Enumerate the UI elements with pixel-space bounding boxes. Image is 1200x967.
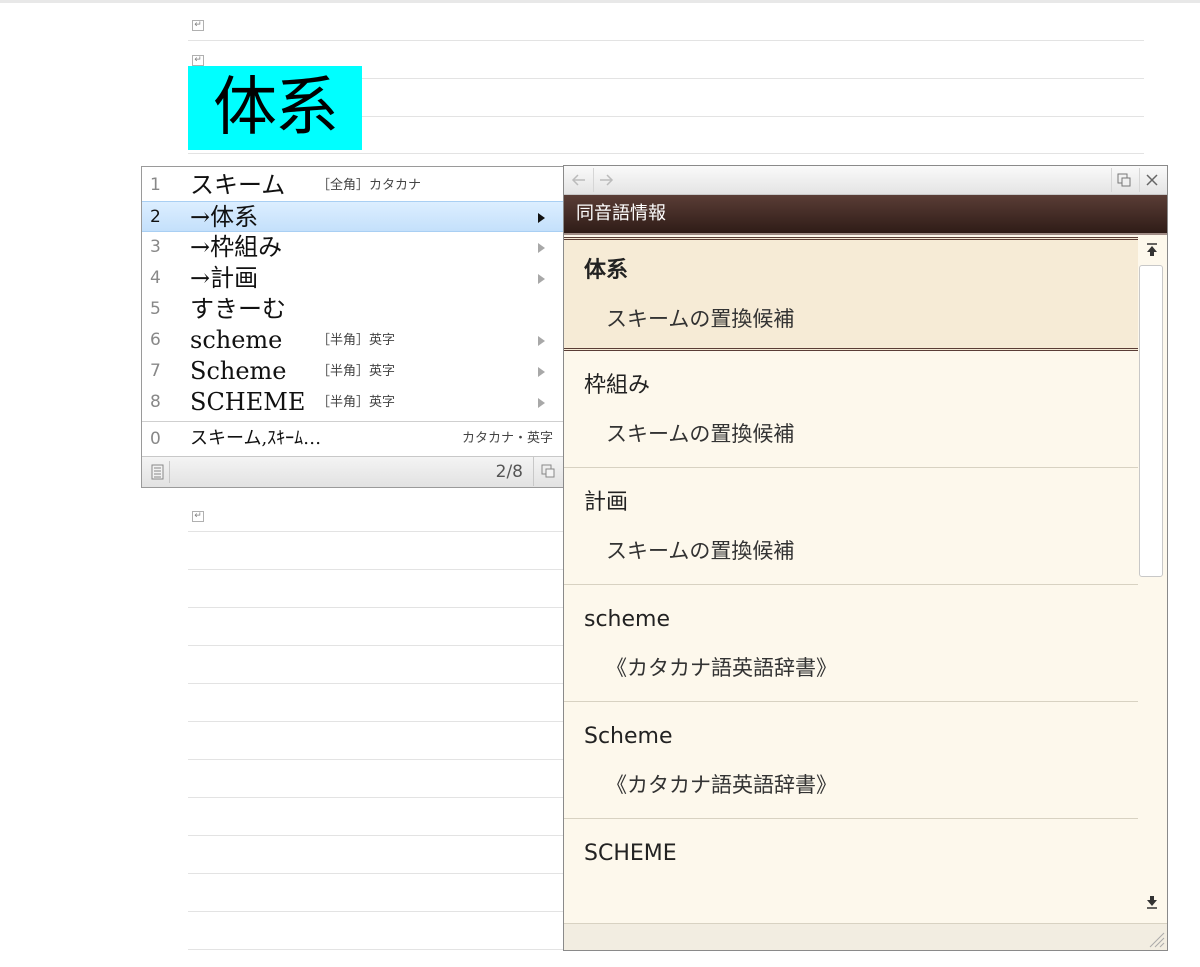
submenu-arrow-icon — [538, 367, 545, 377]
dictionary-icon[interactable] — [146, 461, 170, 483]
candidate-page-indicator: 2/8 — [495, 462, 523, 482]
expand-window-icon[interactable] — [533, 457, 563, 486]
candidate-text: Scheme — [190, 357, 287, 385]
info-status-bar — [564, 923, 1167, 950]
info-title-bar: 同音語情報 — [564, 195, 1167, 235]
candidate-number: 6 — [150, 330, 161, 350]
entry-heading: scheme — [584, 607, 671, 632]
candidate-text: スキーム,ｽｷｰﾑ… — [190, 428, 322, 449]
candidate-number: 4 — [150, 268, 161, 288]
paragraph-mark-icon: ↵ — [192, 55, 204, 66]
info-entry-list[interactable]: 体系 スキームの置換候補 枠組み スキームの置換候補 計画 スキームの置換候補 … — [564, 235, 1138, 935]
restore-window-icon[interactable] — [1111, 168, 1139, 192]
candidate-number: 7 — [150, 361, 161, 381]
entry-heading: SCHEME — [584, 841, 677, 866]
candidate-number: 2 — [150, 207, 161, 227]
candidate-number: 1 — [150, 175, 161, 195]
candidate-text: スキーム — [190, 171, 286, 199]
candidate-annotation: ［半角］英字 — [317, 395, 396, 410]
candidate-number: 0 — [150, 429, 161, 449]
scroll-down-icon[interactable] — [1141, 891, 1163, 913]
entry-heading: 体系 — [584, 258, 629, 283]
composition-text[interactable]: 体系 — [188, 66, 362, 150]
candidate-text: すきーむ — [190, 295, 286, 323]
info-entry-1[interactable]: 体系 スキームの置換候補 — [564, 237, 1138, 351]
top-border — [0, 0, 1200, 3]
info-entry-5[interactable]: Scheme 《カタカナ語英語辞書》 — [564, 702, 1138, 819]
entry-description: スキームの置換候補 — [606, 422, 795, 446]
info-entry-3[interactable]: 計画 スキームの置換候補 — [564, 468, 1138, 585]
candidate-item-1[interactable]: 1 スキーム ［全角］カタカナ — [142, 170, 563, 201]
candidate-separator — [142, 421, 563, 422]
candidate-item-8[interactable]: 8 SCHEME ［半角］英字 — [142, 387, 563, 418]
candidate-text: →体系 — [190, 203, 259, 231]
submenu-arrow-icon — [538, 243, 545, 253]
candidate-number: 8 — [150, 392, 161, 412]
entry-heading: 計画 — [584, 490, 629, 515]
scroll-up-icon[interactable] — [1141, 239, 1163, 261]
info-scrollbar[interactable] — [1138, 235, 1166, 923]
candidate-item-7[interactable]: 7 Scheme ［半角］英字 — [142, 356, 563, 387]
forward-arrow-icon[interactable] — [593, 168, 617, 192]
candidate-item-6[interactable]: 6 scheme ［半角］英字 — [142, 325, 563, 356]
homonym-info-window: 同音語情報 体系 スキームの置換候補 枠組み スキームの置換候補 計画 スキーム… — [563, 165, 1168, 951]
info-entry-4[interactable]: scheme 《カタカナ語英語辞書》 — [564, 585, 1138, 702]
entry-description: スキームの置換候補 — [606, 307, 795, 331]
entry-description: 《カタカナ語英語辞書》 — [606, 773, 837, 797]
candidate-item-5[interactable]: 5 すきーむ — [142, 294, 563, 325]
back-arrow-icon[interactable] — [567, 168, 591, 192]
candidate-text: →枠組み — [190, 233, 283, 261]
candidate-annotation: カタカナ・英字 — [461, 431, 553, 446]
close-icon[interactable] — [1139, 168, 1167, 192]
entry-description: スキームの置換候補 — [606, 539, 795, 563]
paragraph-mark-icon: ↵ — [192, 511, 204, 522]
candidate-text: →計画 — [190, 264, 259, 292]
submenu-arrow-icon — [538, 213, 545, 223]
info-title: 同音語情報 — [576, 203, 666, 224]
submenu-arrow-icon — [538, 274, 545, 284]
candidate-number: 3 — [150, 237, 161, 257]
candidate-window: 1 スキーム ［全角］カタカナ 2 →体系 3 →枠組み 4 →計画 5 すきー… — [141, 166, 564, 488]
candidate-status-bar: 2/8 — [142, 456, 563, 487]
info-toolbar — [564, 166, 1167, 195]
ruled-line — [188, 153, 1144, 154]
submenu-arrow-icon — [538, 336, 545, 346]
candidate-text: scheme — [190, 326, 283, 354]
info-entry-6[interactable]: SCHEME — [564, 819, 1138, 935]
entry-description: 《カタカナ語英語辞書》 — [606, 656, 837, 680]
candidate-item-4[interactable]: 4 →計画 — [142, 263, 563, 294]
paragraph-mark-icon: ↵ — [192, 20, 204, 31]
candidate-annotation: ［半角］英字 — [317, 333, 396, 348]
candidate-annotation: ［半角］英字 — [317, 364, 396, 379]
candidate-number: 5 — [150, 299, 161, 319]
candidate-item-3[interactable]: 3 →枠組み — [142, 232, 563, 263]
candidate-text: SCHEME — [190, 388, 306, 416]
info-entry-2[interactable]: 枠組み スキームの置換候補 — [564, 351, 1138, 468]
submenu-arrow-icon — [538, 398, 545, 408]
candidate-annotation: ［全角］カタカナ — [317, 178, 422, 193]
entry-heading: Scheme — [584, 724, 673, 749]
scrollbar-thumb[interactable] — [1139, 265, 1163, 577]
candidate-item-2[interactable]: 2 →体系 — [142, 201, 563, 232]
resize-grip-icon[interactable] — [1145, 928, 1165, 948]
entry-heading: 枠組み — [584, 373, 651, 398]
ruled-line — [188, 40, 1144, 41]
